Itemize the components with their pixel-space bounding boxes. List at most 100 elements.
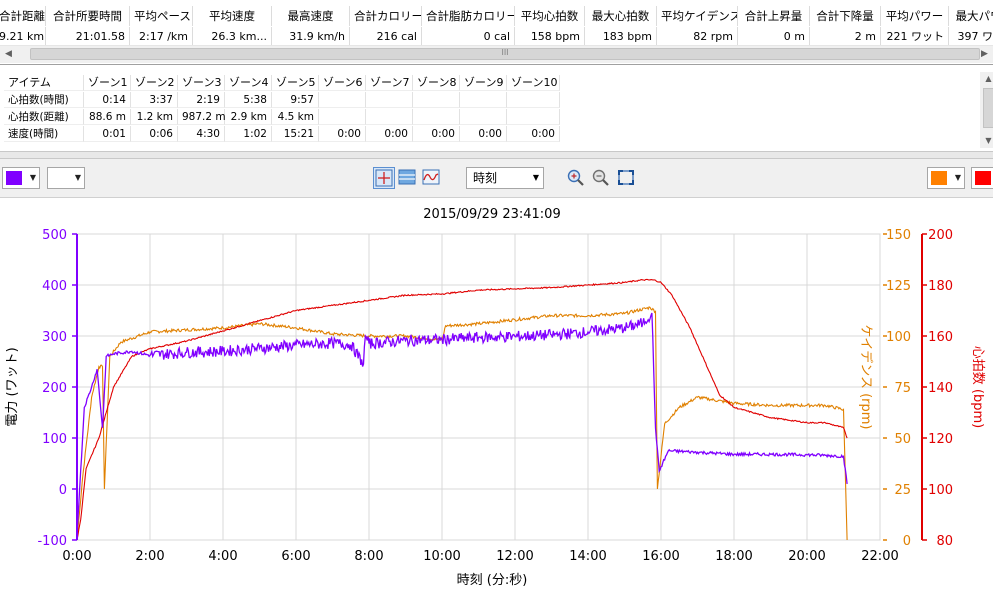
table-cell: 4.5 km xyxy=(272,109,319,125)
summary-header-cell[interactable]: 最高速度 xyxy=(272,6,350,26)
x-tick-label: 2:00 xyxy=(135,549,164,564)
left-series-color-picker-2[interactable]: ▼ xyxy=(47,167,85,189)
crosshair-button[interactable] xyxy=(373,167,395,189)
cadence-axis-label: ケイデンス (rpm) xyxy=(858,324,874,429)
summary-value-cell: 0 cal xyxy=(422,27,515,47)
table-cell: 0:00 xyxy=(507,126,560,142)
scroll-up-icon[interactable]: ▲ xyxy=(980,72,993,86)
power-tick-label: 400 xyxy=(42,279,67,294)
zoom-out-button[interactable] xyxy=(591,167,611,189)
hr-tick-label: 100 xyxy=(928,483,953,498)
x-tick-label: 14:00 xyxy=(569,549,606,564)
left-series-color-picker[interactable]: ▼ xyxy=(2,167,40,189)
x-tick-label: 6:00 xyxy=(281,549,310,564)
table-cell: 0:00 xyxy=(366,126,413,142)
scrollbar-grip: III xyxy=(501,48,509,57)
summary-value-cell: 216 cal xyxy=(350,27,422,47)
table-cell xyxy=(460,109,507,125)
activity-chart[interactable]: 2015/09/29 23:41:09 0:00 2:00 4:00 6:00 8:00… xyxy=(0,198,993,591)
summary-header-cell[interactable]: 平均ペース xyxy=(130,6,193,26)
scrollbar-thumb[interactable] xyxy=(983,88,993,128)
hr-tick-label: 160 xyxy=(928,330,953,345)
zoom-in-button[interactable] xyxy=(566,167,586,189)
table-cell xyxy=(507,92,560,108)
table-cell: 4:30 xyxy=(178,126,225,142)
summary-header-cell[interactable]: 合計脂肪カロリー xyxy=(422,6,515,26)
cadence-tick-label: 125 xyxy=(886,279,911,294)
zones-header-cell[interactable]: ゾーン4 xyxy=(225,75,272,91)
zones-header-cell[interactable]: ゾーン2 xyxy=(131,75,178,91)
zones-header-cell[interactable]: ゾーン8 xyxy=(413,75,460,91)
zones-header-cell[interactable]: ゾーン3 xyxy=(178,75,225,91)
zones-header-cell[interactable]: ゾーン6 xyxy=(319,75,366,91)
summary-header-cell[interactable]: 合計カロリー xyxy=(350,6,422,26)
table-cell xyxy=(413,92,460,108)
zoom-out-icon xyxy=(592,169,609,186)
table-cell: 0:01 xyxy=(84,126,131,142)
split-view-button[interactable] xyxy=(397,167,419,189)
zones-table: アイテム ゾーン1 ゾーン2 ゾーン3 ゾーン4 ゾーン5 ゾーン6 ゾーン7 ゾーン8 ゾーン9… xyxy=(4,72,993,148)
power-tick-label: 100 xyxy=(42,432,67,447)
zones-header-cell[interactable]: ゾーン1 xyxy=(84,75,131,91)
x-tick-label: 10:00 xyxy=(423,549,460,564)
x-axis-select[interactable]: 時刻 ▼ xyxy=(466,167,544,189)
summary-value-cell: 0 m xyxy=(738,27,810,47)
zones-header-cell[interactable]: ゾーン10 xyxy=(507,75,560,91)
chevron-down-icon: ▼ xyxy=(532,173,539,182)
scroll-down-icon[interactable]: ▼ xyxy=(980,134,993,148)
x-tick-label: 22:00 xyxy=(861,549,898,564)
chart-grid xyxy=(76,233,881,541)
color-swatch xyxy=(931,171,947,185)
scroll-left-icon[interactable]: ◀ xyxy=(0,46,17,63)
x-tick-label: 8:00 xyxy=(354,549,383,564)
summary-header-cell[interactable]: 平均心拍数 xyxy=(515,6,585,26)
power-axis-label: 電力 (ワット) xyxy=(5,347,20,426)
table-cell: 987.2 m xyxy=(178,109,226,125)
summary-value-cell: 2 m xyxy=(810,27,881,47)
right-series-color-picker[interactable]: ▼ xyxy=(927,167,965,189)
zones-header-cell[interactable]: アイテム xyxy=(4,75,84,91)
right-series-color-picker-2[interactable]: ▼ xyxy=(971,167,993,189)
summary-horizontal-scrollbar[interactable]: ◀ III ▶ xyxy=(0,45,993,63)
x-tick-label: 0:00 xyxy=(62,549,91,564)
power-tick-label: 0 xyxy=(59,483,67,498)
chevron-down-icon: ▼ xyxy=(74,173,81,182)
color-swatch xyxy=(975,171,991,185)
summary-header-cell[interactable]: 平均ケイデンス xyxy=(657,6,738,26)
summary-header-cell[interactable]: 最大心拍数 xyxy=(585,6,657,26)
panel-splitter[interactable] xyxy=(0,151,993,159)
scrollbar-thumb[interactable]: III xyxy=(30,48,980,60)
summary-header-cell[interactable]: 合計所要時間 xyxy=(46,6,130,26)
summary-value-cell: 26.3 km... xyxy=(193,27,272,47)
summary-header-cell[interactable]: 合計距離 xyxy=(0,6,46,26)
table-row: 速度(時間) 0:01 0:06 4:30 1:02 15:21 0:00 0:00 0:00 0… xyxy=(4,126,560,142)
overlay-wave-button[interactable] xyxy=(421,167,443,189)
table-cell: 0:06 xyxy=(131,126,178,142)
zoom-in-icon xyxy=(567,169,584,186)
table-cell: 2:19 xyxy=(178,92,225,108)
zones-vertical-scrollbar[interactable]: ▲ ▼ xyxy=(980,72,993,148)
chevron-down-icon: ▼ xyxy=(954,173,961,182)
zones-header-cell[interactable]: ゾーン5 xyxy=(272,75,319,91)
power-tick-label: -100 xyxy=(37,534,67,549)
scroll-right-icon[interactable]: ▶ xyxy=(976,46,993,63)
fit-to-view-button[interactable] xyxy=(616,167,636,189)
summary-header-cell[interactable]: 合計上昇量 xyxy=(738,6,810,26)
summary-header-cell[interactable]: 平均パワー xyxy=(881,6,949,26)
table-cell: 2.9 km xyxy=(225,109,272,125)
x-tick-label: 20:00 xyxy=(788,549,825,564)
hr-tick-label: 180 xyxy=(928,279,953,294)
summary-header-cell[interactable]: 合計下降量 xyxy=(810,6,881,26)
zones-header-cell[interactable]: ゾーン7 xyxy=(366,75,413,91)
power-tick-label: 300 xyxy=(42,330,67,345)
zones-header-cell[interactable]: ゾーン9 xyxy=(460,75,507,91)
summary-header-cell[interactable]: 平均速度 xyxy=(193,6,272,26)
table-cell xyxy=(413,109,460,125)
summary-header-cell[interactable]: 最大パワ xyxy=(949,6,993,26)
table-cell xyxy=(460,92,507,108)
fit-icon xyxy=(618,170,634,185)
x-tick-label: 12:00 xyxy=(496,549,533,564)
cadence-tick-label: 100 xyxy=(886,330,911,345)
summary-values-row: 9.21 km 21:01.58 2:17 /km 26.3 km... 31.9 km… xyxy=(0,27,993,47)
table-cell: 心拍数(距離) xyxy=(4,109,84,125)
